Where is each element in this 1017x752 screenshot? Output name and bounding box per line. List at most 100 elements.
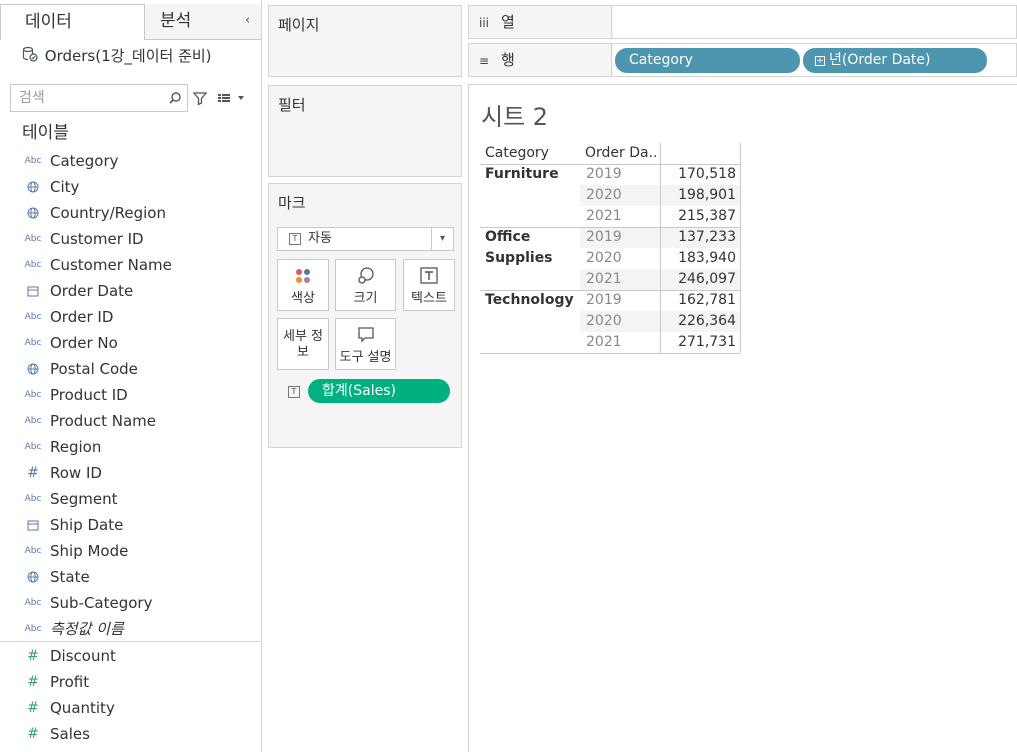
category-pill[interactable]: Category	[615, 48, 800, 73]
field-label: Ship Date	[50, 516, 124, 534]
tooltip-icon	[356, 325, 376, 345]
header-category[interactable]: Category	[485, 143, 580, 164]
detail-button[interactable]: 세부 정보	[277, 318, 329, 370]
field-category[interactable]: Abc Category	[0, 148, 261, 174]
pages-title: 페이지	[278, 16, 320, 34]
year-cell[interactable]: 2019	[580, 290, 660, 311]
year-cell[interactable]: 2021	[580, 206, 660, 227]
sales-value[interactable]: 271,731	[660, 332, 740, 353]
field-country-region[interactable]: Country/Region	[0, 200, 261, 226]
hash-icon: #	[27, 674, 39, 690]
pill-label: 년(Order Date)	[829, 52, 931, 68]
year-order-date-pill[interactable]: + 년(Order Date)	[803, 48, 987, 73]
abc-icon: Abc	[24, 390, 42, 400]
field-label: Row ID	[50, 464, 102, 482]
sales-value[interactable]: 170,518	[660, 164, 740, 185]
field-city[interactable]: City	[0, 174, 261, 200]
field-region[interactable]: Abc Region	[0, 434, 261, 460]
abc-icon: Abc	[24, 598, 42, 608]
field-product-name[interactable]: Abc Product Name	[0, 408, 261, 434]
columns-icon: iii	[479, 16, 490, 30]
sales-value[interactable]: 137,233	[660, 227, 740, 248]
columns-label: 열	[501, 13, 515, 31]
field-label: Order No	[50, 334, 118, 352]
year-cell[interactable]: 2021	[580, 332, 660, 353]
tab-data[interactable]: 데이터	[0, 4, 145, 40]
category-label[interactable]: Furniture	[485, 164, 580, 185]
tables-section-label: 테이블	[22, 123, 69, 143]
measure-divider	[0, 641, 261, 642]
category-label[interactable]: Office Supplies	[485, 227, 580, 269]
label-button[interactable]: 텍스트	[403, 259, 455, 311]
size-icon	[356, 266, 376, 286]
field-quantity[interactable]: # Quantity	[0, 695, 261, 721]
columns-drop-zone[interactable]	[613, 6, 1016, 38]
mark-field-row: T 합계(Sales)	[277, 379, 457, 405]
field-measure-names[interactable]: Abc 측정값 이름	[0, 616, 261, 642]
header-order-date[interactable]: Order Da..	[585, 143, 660, 164]
field-customer-name[interactable]: Abc Customer Name	[0, 252, 261, 278]
field-ship-mode[interactable]: Abc Ship Mode	[0, 538, 261, 564]
field-order-id[interactable]: Abc Order ID	[0, 304, 261, 330]
sales-value[interactable]: 246,097	[660, 269, 740, 290]
tooltip-button[interactable]: 도구 설명	[335, 318, 396, 370]
sales-value[interactable]: 226,364	[660, 311, 740, 332]
data-pane: 데이터 분석 ‹ Orders(1강_데이터 준비) 테이블 Abc Catego…	[0, 0, 262, 752]
field-customer-id[interactable]: Abc Customer ID	[0, 226, 261, 252]
text-mark-icon: T	[289, 233, 301, 245]
field-ship-date[interactable]: Ship Date	[0, 512, 261, 538]
search-input[interactable]	[11, 85, 161, 111]
color-icon	[293, 266, 313, 286]
tab-analysis[interactable]: 분석	[145, 4, 261, 40]
view-options-icon[interactable]	[216, 90, 250, 106]
detail-label: 세부 정보	[282, 329, 323, 360]
sum-sales-pill[interactable]: 합계(Sales)	[308, 379, 450, 403]
chevron-down-icon[interactable]: ▾	[431, 228, 453, 250]
field-sub-category[interactable]: Abc Sub-Category	[0, 590, 261, 616]
abc-icon: Abc	[24, 416, 42, 426]
field-product-id[interactable]: Abc Product ID	[0, 382, 261, 408]
year-cell[interactable]: 2020	[580, 185, 660, 206]
field-label: Region	[50, 438, 102, 456]
datasource-item[interactable]: Orders(1강_데이터 준비)	[22, 44, 212, 68]
year-cell[interactable]: 2019	[580, 227, 660, 248]
category-label[interactable]: Technology	[485, 290, 580, 311]
field-row-id[interactable]: # Row ID	[0, 460, 261, 486]
field-state[interactable]: State	[0, 564, 261, 590]
sales-value[interactable]: 162,781	[660, 290, 740, 311]
expand-icon[interactable]: +	[815, 56, 825, 66]
size-button[interactable]: 크기	[335, 259, 396, 311]
field-sales[interactable]: # Sales	[0, 721, 261, 747]
mark-type-dropdown[interactable]: T 자동 ▾	[277, 227, 454, 251]
sheet-title[interactable]: 시트 2	[481, 97, 548, 132]
collapse-pane-icon[interactable]: ‹	[245, 14, 255, 28]
year-cell[interactable]: 2019	[580, 164, 660, 185]
abc-icon: Abc	[24, 234, 42, 244]
field-segment[interactable]: Abc Segment	[0, 486, 261, 512]
color-button[interactable]: 색상	[277, 259, 329, 311]
field-discount[interactable]: # Discount	[0, 643, 261, 669]
year-cell[interactable]: 2020	[580, 311, 660, 332]
sales-value[interactable]: 183,940	[660, 248, 740, 269]
globe-icon	[22, 200, 44, 226]
mark-type-value: 자동	[308, 231, 332, 246]
year-cell[interactable]: 2020	[580, 248, 660, 269]
year-cell[interactable]: 2021	[580, 269, 660, 290]
field-order-no[interactable]: Abc Order No	[0, 330, 261, 356]
field-label: Country/Region	[50, 204, 166, 222]
field-order-date[interactable]: Order Date	[0, 278, 261, 304]
text-mark-icon[interactable]: T	[288, 386, 300, 398]
sales-value[interactable]: 198,901	[660, 185, 740, 206]
field-label: Segment	[50, 490, 118, 508]
abc-icon: Abc	[24, 546, 42, 556]
filters-shelf[interactable]: 필터	[268, 85, 462, 177]
grid-line	[480, 290, 740, 291]
calendar-icon	[22, 278, 44, 304]
filter-icon[interactable]	[192, 90, 208, 106]
search-icon[interactable]	[167, 90, 183, 106]
field-postal-code[interactable]: Postal Code	[0, 356, 261, 382]
field-profit[interactable]: # Profit	[0, 669, 261, 695]
pages-shelf[interactable]: 페이지	[268, 5, 462, 77]
columns-shelf: iii 열	[468, 5, 1017, 39]
sales-value[interactable]: 215,387	[660, 206, 740, 227]
